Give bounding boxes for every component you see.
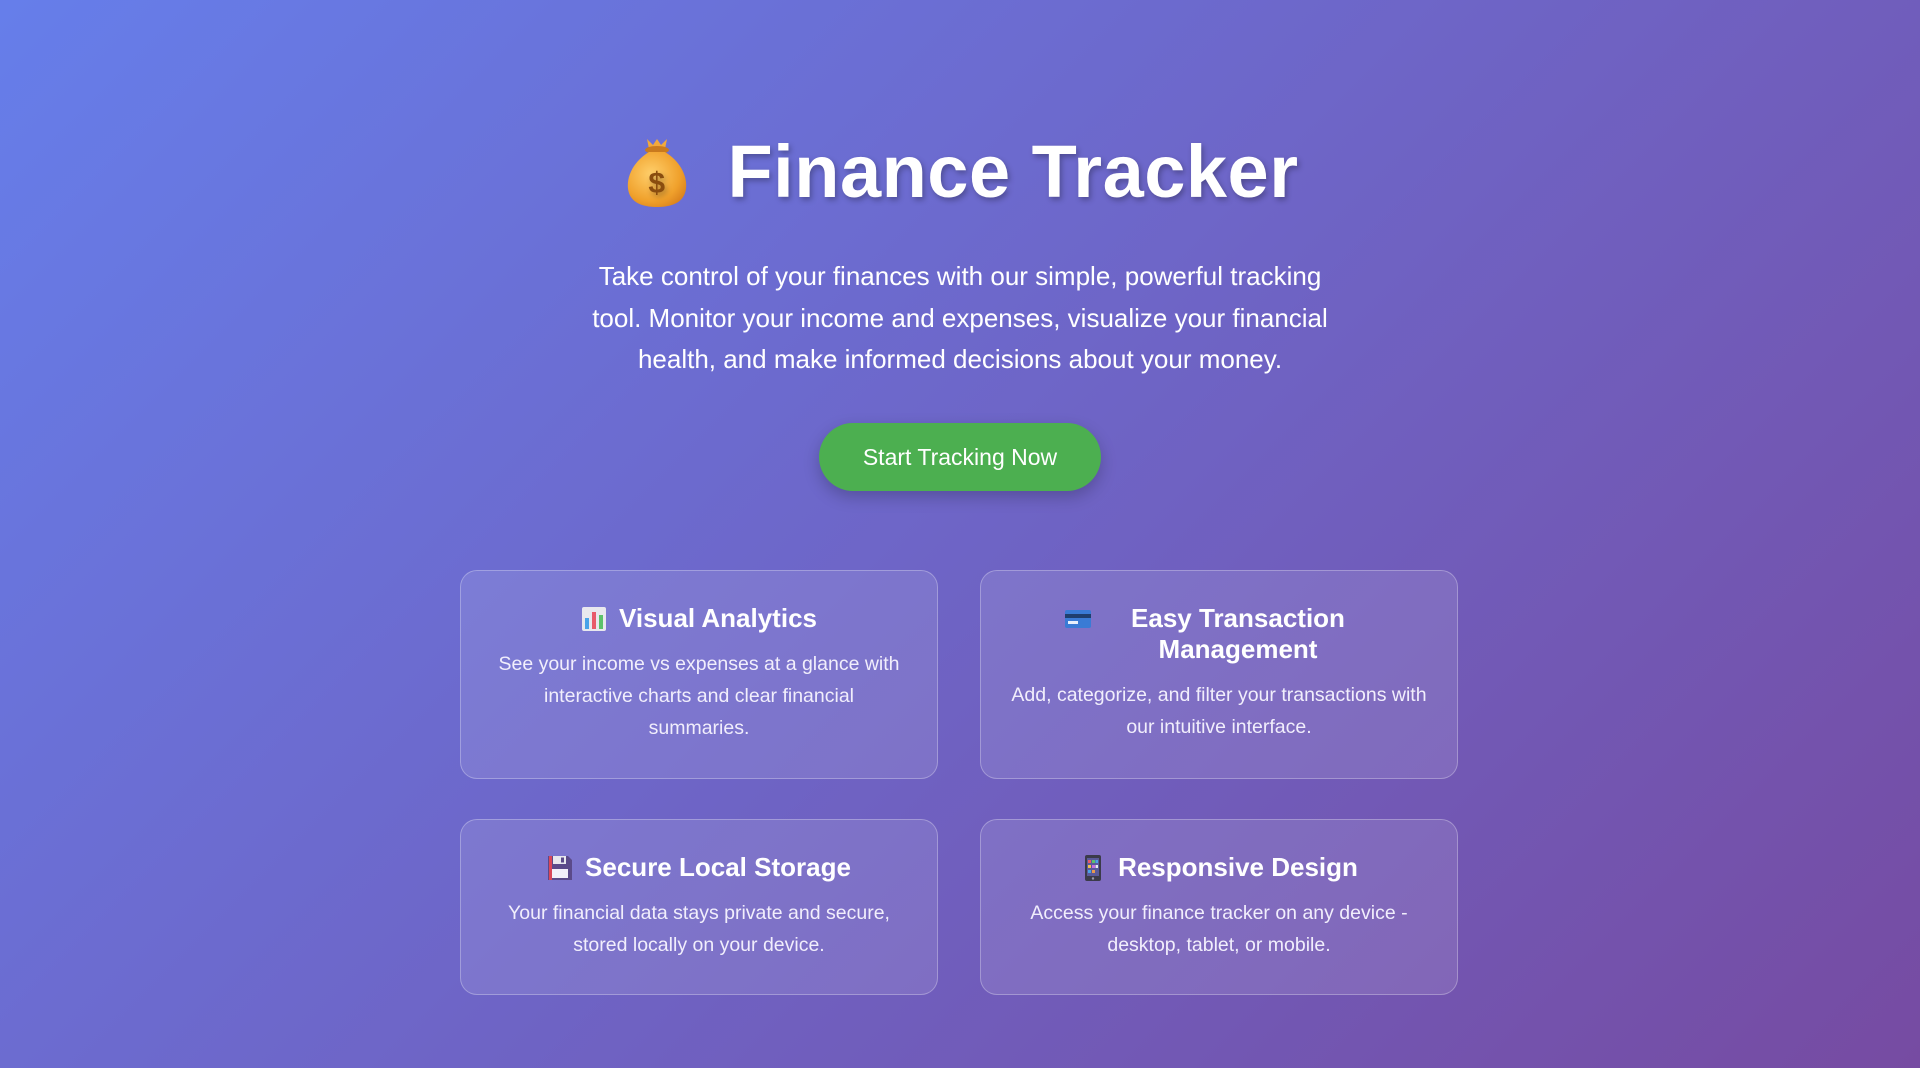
feature-card-title-text: Secure Local Storage	[585, 852, 851, 882]
feature-card-title-text: Visual Analytics	[619, 603, 817, 633]
feature-card-title-text: Easy Transaction Management	[1131, 603, 1345, 664]
credit-card-icon	[1065, 610, 1091, 628]
mobile-phone-icon	[1085, 855, 1102, 881]
feature-card-title: Responsive Design	[1011, 852, 1427, 883]
hero-subtitle: Take control of your finances with our s…	[592, 261, 1328, 374]
svg-text:$: $	[649, 167, 666, 200]
feature-card-secure-storage: Secure Local Storage Your financial data…	[460, 819, 938, 995]
floppy-disk-icon	[548, 856, 573, 880]
money-bag-icon: $	[628, 139, 687, 207]
feature-card-title: Easy Transaction Management	[1011, 603, 1427, 665]
feature-card-description: See your income vs expenses at a glance …	[498, 653, 900, 739]
feature-card-title: Visual Analytics	[491, 603, 907, 634]
page-title-text: Finance Tracker	[727, 129, 1299, 213]
feature-card-description: Your financial data stays private and se…	[508, 902, 890, 956]
page-title: $ Finance Tracker	[0, 126, 1920, 216]
start-tracking-button[interactable]: Start Tracking Now	[819, 423, 1101, 491]
feature-card-visual-analytics: Visual Analytics See your income vs expe…	[460, 570, 938, 779]
feature-card-description: Access your finance tracker on any devic…	[1030, 902, 1408, 956]
feature-card-responsive-design: Responsive Design Access your finance tr…	[980, 819, 1458, 995]
bar-chart-icon	[582, 607, 606, 631]
feature-card-description: Add, categorize, and filter your transac…	[1011, 684, 1427, 738]
feature-card-title: Secure Local Storage	[491, 852, 907, 883]
feature-card-title-text: Responsive Design	[1118, 852, 1358, 882]
feature-card-transaction-management: Easy Transaction Management Add, categor…	[980, 570, 1458, 779]
